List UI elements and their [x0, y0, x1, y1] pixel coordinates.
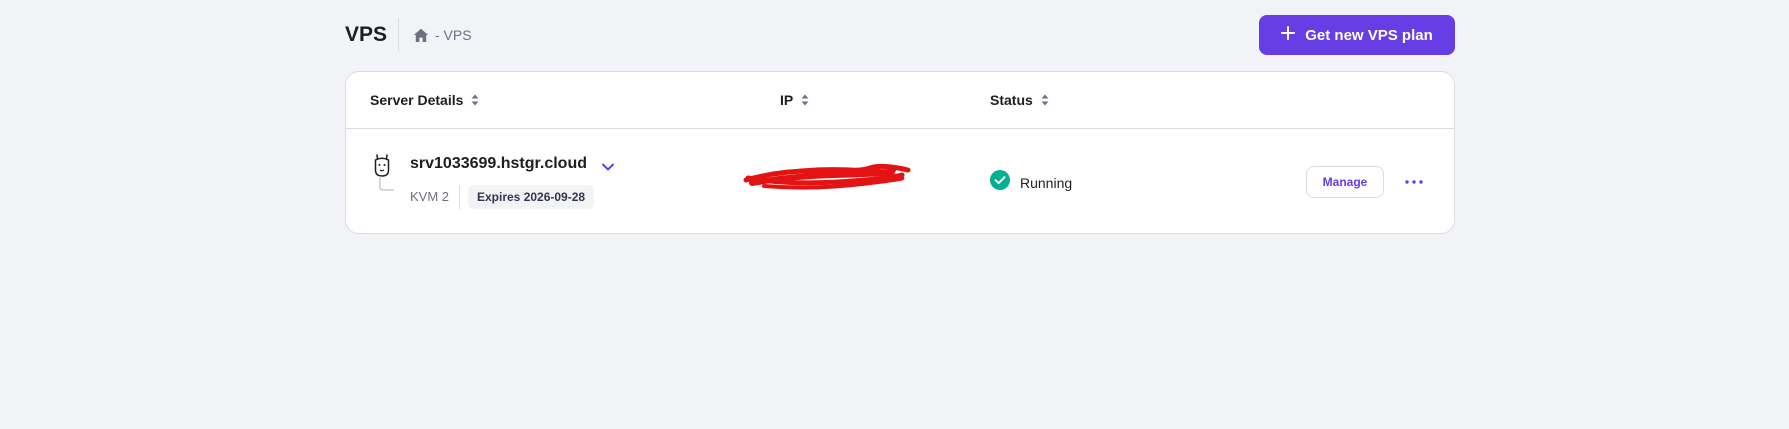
home-icon[interactable]	[413, 28, 429, 43]
manage-button[interactable]: Manage	[1306, 166, 1384, 198]
sort-icon	[471, 94, 479, 106]
page-header: VPS - VPS Get new VPS plan	[345, 15, 1455, 55]
title-divider	[398, 18, 399, 51]
plus-icon	[1281, 26, 1296, 44]
server-plan: KVM 2	[410, 189, 450, 204]
get-new-vps-plan-button[interactable]: Get new VPS plan	[1259, 15, 1455, 55]
expiry-badge: Expires 2026-09-28	[468, 185, 595, 209]
vps-table: Server Details IP Status srv1033699.hstg…	[345, 71, 1455, 234]
column-header-label: IP	[780, 92, 794, 108]
table-header: Server Details IP Status	[346, 72, 1454, 129]
ip-redaction-scribble	[742, 158, 912, 199]
server-status: Running	[990, 170, 1072, 195]
status-label: Running	[1020, 174, 1073, 191]
more-horizontal-icon[interactable]	[1398, 166, 1430, 198]
sort-icon	[801, 94, 809, 106]
server-hostname[interactable]: srv1033699.hstgr.cloud	[410, 155, 587, 173]
tree-connector	[379, 176, 395, 197]
plan-divider	[459, 185, 460, 209]
table-row: srv1033699.hstgr.cloud KVM 2 Expires 202…	[346, 130, 1454, 234]
column-header-server-details[interactable]: Server Details	[370, 92, 479, 108]
breadcrumb-current: - VPS	[435, 27, 472, 43]
sort-icon	[1041, 94, 1049, 106]
column-header-label: Status	[990, 92, 1033, 108]
column-header-ip[interactable]: IP	[780, 92, 809, 108]
check-circle-icon	[990, 170, 1010, 195]
vps-page: VPS - VPS Get new VPS plan Server Detail…	[0, 0, 1789, 429]
chevron-down-icon[interactable]	[601, 159, 615, 177]
breadcrumb: - VPS	[413, 25, 472, 45]
column-header-label: Server Details	[370, 92, 464, 108]
column-header-status[interactable]: Status	[990, 92, 1049, 108]
page-title: VPS	[345, 23, 388, 46]
get-new-vps-plan-label: Get new VPS plan	[1305, 26, 1433, 44]
